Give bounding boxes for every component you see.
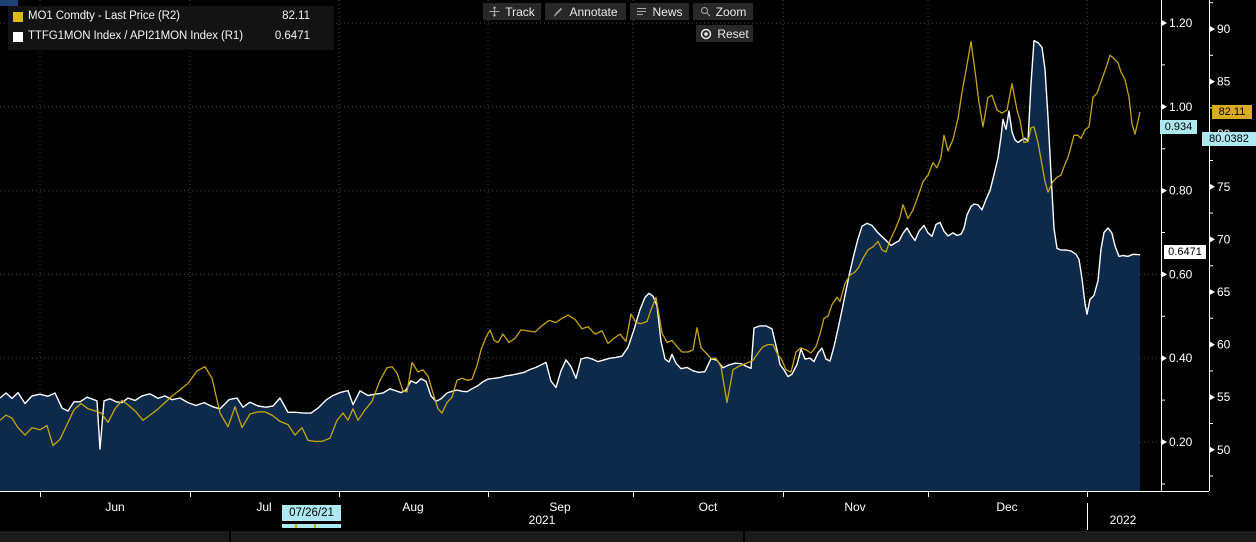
svg-text:Oct: Oct <box>699 500 718 514</box>
zoom-button[interactable]: Zoom <box>693 3 753 20</box>
legend-row-ratio[interactable]: TTFG1MON Index / API21MON Index (R1) 0.6… <box>8 29 334 46</box>
svg-text:60: 60 <box>1217 338 1231 352</box>
svg-text:0.80: 0.80 <box>1169 184 1193 198</box>
tracked-date-label[interactable]: 07/26/21 <box>282 505 341 521</box>
svg-text:50: 50 <box>1217 443 1231 457</box>
news-lines-icon <box>637 8 647 15</box>
zoom-label: Zoom <box>715 4 747 19</box>
reset-button[interactable]: Reset <box>696 25 753 42</box>
chart-canvas[interactable]: 1.201.000.800.600.400.209085807570656055… <box>0 0 1256 531</box>
strip-divider <box>229 531 231 542</box>
axis-price-tag: 0.934 <box>1160 120 1197 134</box>
axis-price-tag: 0.6471 <box>1164 245 1206 259</box>
reset-label: Reset <box>717 26 749 41</box>
svg-text:Jul: Jul <box>256 500 271 514</box>
strip-divider <box>743 531 745 542</box>
tracked-strip-tick <box>314 524 316 528</box>
legend-row-mo1[interactable]: MO1 Comdty - Last Price (R2) 82.11 <box>8 9 334 26</box>
tracked-strip-tick <box>295 524 297 528</box>
panel-corner-accent <box>0 0 18 6</box>
bloomberg-chart-panel: 1.201.000.800.600.400.209085807570656055… <box>0 0 1256 542</box>
svg-text:0.60: 0.60 <box>1169 267 1193 281</box>
ratio-area-fill <box>0 40 1140 491</box>
news-label: News <box>652 4 683 19</box>
svg-text:Sep: Sep <box>549 500 571 514</box>
ratio-series-label: TTFG1MON Index / API21MON Index (R1) <box>28 30 243 42</box>
svg-text:Aug: Aug <box>402 500 423 514</box>
reset-icon <box>701 28 712 39</box>
annotate-pencil-icon <box>554 7 563 17</box>
svg-text:75: 75 <box>1217 180 1231 194</box>
chart-toolbar: Track Annotate News Zoom <box>483 3 753 20</box>
svg-text:1.20: 1.20 <box>1169 16 1193 30</box>
axis-price-tag: 82.11 <box>1212 105 1252 119</box>
annotate-button[interactable]: Annotate <box>545 3 626 20</box>
news-button[interactable]: News <box>630 3 689 20</box>
tracked-range-strip[interactable] <box>282 524 341 528</box>
ratio-series-value: 0.6471 <box>274 30 310 42</box>
svg-text:Nov: Nov <box>844 500 865 514</box>
zoom-magnifier-icon <box>700 7 711 17</box>
svg-text:2021: 2021 <box>529 513 556 527</box>
svg-text:90: 90 <box>1217 22 1231 36</box>
svg-text:0.20: 0.20 <box>1169 435 1193 449</box>
mo1-series-swatch <box>13 12 23 22</box>
svg-text:65: 65 <box>1217 285 1231 299</box>
axis-price-tag: 80.0382 <box>1202 132 1256 146</box>
svg-text:55: 55 <box>1217 390 1231 404</box>
ratio-series-swatch <box>13 32 23 42</box>
chart-legend[interactable]: MO1 Comdty - Last Price (R2) 82.11 TTFG1… <box>8 6 334 50</box>
mo1-series-label: MO1 Comdty - Last Price (R2) <box>28 10 180 22</box>
track-label: Track <box>505 4 535 19</box>
annotate-label: Annotate <box>569 4 618 19</box>
svg-text:85: 85 <box>1217 75 1231 89</box>
track-icon <box>489 6 500 17</box>
svg-text:70: 70 <box>1217 232 1231 246</box>
svg-text:1.00: 1.00 <box>1169 100 1193 114</box>
svg-text:Dec: Dec <box>996 500 1017 514</box>
bottom-status-strip <box>0 531 1256 542</box>
track-button[interactable]: Track <box>483 3 541 20</box>
mo1-series-value: 82.11 <box>282 10 310 22</box>
svg-text:Jun: Jun <box>105 500 124 514</box>
svg-text:0.40: 0.40 <box>1169 351 1193 365</box>
svg-text:2022: 2022 <box>1110 513 1137 527</box>
